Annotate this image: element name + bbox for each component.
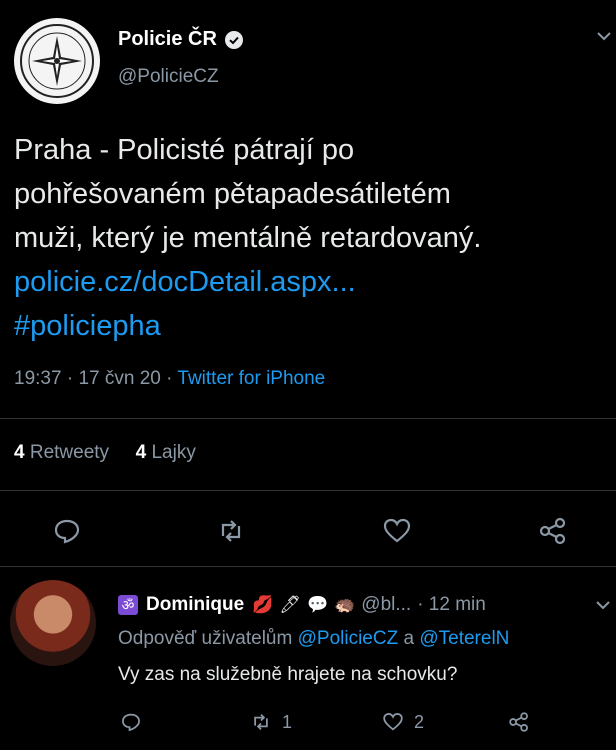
tweet-date[interactable]: 17 čvn 20 bbox=[78, 368, 160, 389]
divider bbox=[0, 566, 616, 567]
om-icon: ॐ bbox=[118, 595, 138, 615]
heart-icon bbox=[383, 518, 411, 543]
reply-avatar[interactable] bbox=[10, 580, 96, 666]
retweets-stat[interactable]: 4 Retweety bbox=[14, 442, 109, 463]
reply-text: Vy zas na služebně hrajete na schovku? bbox=[118, 664, 458, 685]
share-button[interactable] bbox=[538, 516, 568, 546]
speech-bubble-icon: 💬 bbox=[306, 595, 329, 614]
tweet-body: Praha - Policisté pátrají po pohřešované… bbox=[14, 128, 610, 348]
author-handle[interactable]: @PolicieCZ bbox=[118, 66, 219, 88]
mention-link[interactable]: @TeterelN bbox=[419, 628, 509, 649]
retweet-button[interactable] bbox=[216, 516, 246, 546]
tweet-time[interactable]: 19:37 bbox=[14, 368, 62, 389]
chevron-down-icon[interactable] bbox=[594, 596, 612, 614]
police-logo-avatar[interactable] bbox=[14, 18, 100, 104]
chevron-down-icon[interactable] bbox=[594, 26, 614, 46]
tweet-text-line: muži, který je mentálně retardovaný. bbox=[14, 222, 482, 254]
reply-retweet-count: 1 bbox=[282, 711, 293, 732]
tweet-meta: 19:37 · 17 čvn 20 · Twitter for iPhone bbox=[14, 368, 326, 389]
reply-author-name[interactable]: Dominique bbox=[146, 594, 244, 616]
divider bbox=[0, 490, 616, 491]
reply-like-count: 2 bbox=[414, 711, 425, 732]
lips-icon: 💋 bbox=[252, 595, 274, 614]
reply-retweet-button[interactable]: 1 bbox=[250, 710, 292, 734]
heart-icon bbox=[383, 713, 403, 731]
retweet-icon bbox=[221, 520, 241, 542]
tweet-source[interactable]: Twitter for iPhone bbox=[177, 368, 325, 389]
reply-share-button[interactable] bbox=[508, 710, 530, 734]
divider bbox=[0, 418, 616, 419]
reply-time[interactable]: · 12 min bbox=[417, 594, 486, 616]
retweet-icon bbox=[254, 714, 268, 730]
reply-icon bbox=[54, 519, 80, 544]
mention-link[interactable]: @PolicieCZ bbox=[298, 628, 399, 649]
hedgehog-icon: 🦔 bbox=[334, 595, 356, 614]
reply-like-button[interactable]: 2 bbox=[382, 710, 424, 734]
tweet-text-line: pohřešovaném pětapadesátiletém bbox=[14, 178, 451, 210]
reply-header: ॐ Dominique 💋 🖊 💬 🦔 @bl... · 12 min bbox=[118, 594, 486, 616]
verified-badge-icon bbox=[224, 30, 243, 49]
author-name[interactable]: Policie ČR bbox=[118, 28, 217, 51]
tweet-stats: 4 Retweety 4 Lajky bbox=[14, 442, 196, 464]
like-button[interactable] bbox=[382, 516, 412, 546]
replying-to: Odpověď uživatelům @PolicieCZ a @Teterel… bbox=[118, 628, 510, 649]
likes-stat[interactable]: 4 Lajky bbox=[136, 442, 196, 463]
reply-icon bbox=[122, 713, 140, 732]
reply-reply-button[interactable] bbox=[120, 710, 142, 734]
reply-author-handle[interactable]: @bl... bbox=[361, 594, 411, 616]
share-icon bbox=[509, 712, 528, 732]
tweet-link[interactable]: policie.cz/docDetail.aspx... bbox=[14, 260, 610, 304]
share-icon bbox=[539, 517, 566, 545]
tweet-hashtag[interactable]: #policiepha bbox=[14, 304, 610, 348]
pen-icon: 🖊 bbox=[279, 595, 301, 614]
reply-button[interactable] bbox=[52, 516, 82, 546]
tweet-text-line: Praha - Policisté pátrají po bbox=[14, 134, 355, 166]
